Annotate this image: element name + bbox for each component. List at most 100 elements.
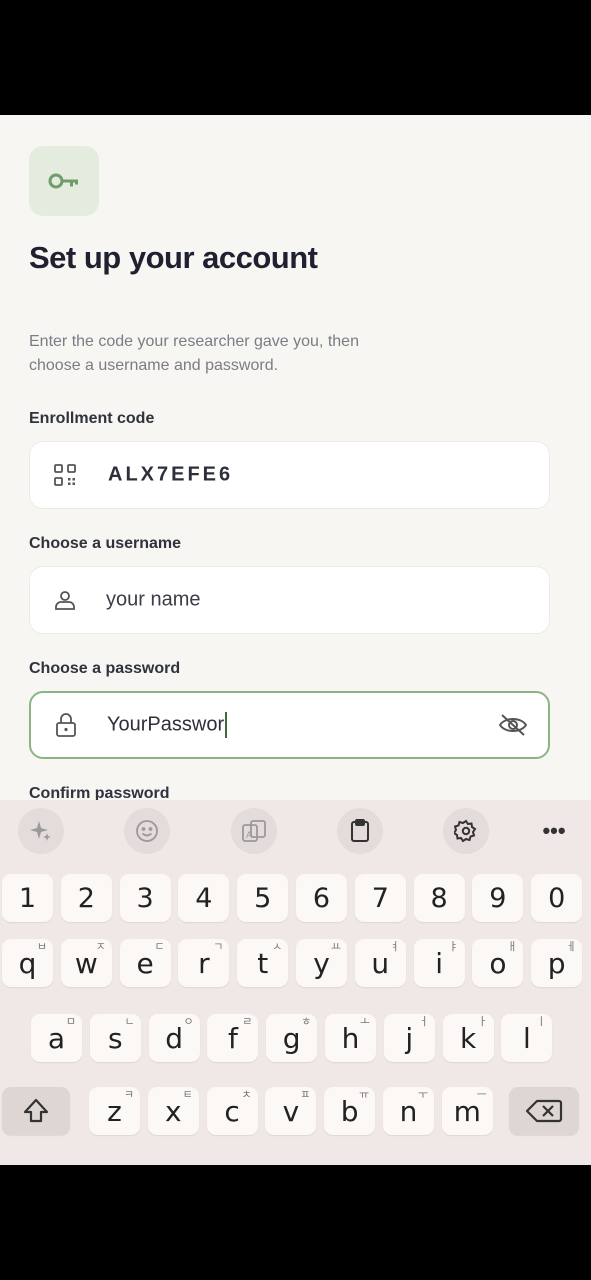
key-o-alt-label: ㅐ xyxy=(507,941,518,953)
text-caret xyxy=(225,712,228,738)
key-z[interactable]: zㅋ xyxy=(89,1087,140,1135)
key-v[interactable]: vㅍ xyxy=(265,1087,317,1135)
username-field[interactable]: your name xyxy=(29,566,550,634)
key-e-alt-label: ㄷ xyxy=(154,941,165,953)
key-x[interactable]: xㅌ xyxy=(147,1087,199,1135)
key-l[interactable]: lㅣ xyxy=(501,1014,553,1062)
key-n-alt-label: ㅜ xyxy=(417,1089,428,1101)
setup-form: Set up your account Enter the code your … xyxy=(0,115,591,802)
key-g-alt-label: ㅎ xyxy=(301,1016,312,1028)
key-1[interactable]: 1 xyxy=(2,874,53,922)
key-b[interactable]: bㅠ xyxy=(324,1087,376,1135)
key-m[interactable]: mㅡ xyxy=(441,1087,493,1135)
more-icon[interactable]: ••• xyxy=(539,808,569,854)
key-3[interactable]: 3 xyxy=(119,874,171,922)
app-screen: Set up your account Enter the code your … xyxy=(0,115,591,1165)
key-a[interactable]: aㅁ xyxy=(31,1014,82,1062)
key-z-label: z xyxy=(107,1094,122,1128)
key-n-label: n xyxy=(399,1094,418,1128)
key-5-label: 5 xyxy=(254,882,272,914)
hide-password-icon[interactable] xyxy=(498,712,528,738)
key-x-alt-label: ㅌ xyxy=(182,1089,193,1101)
password-label: Choose a password xyxy=(29,660,181,677)
key-2[interactable]: 2 xyxy=(60,874,112,922)
qr-code-icon xyxy=(52,462,78,488)
key-h-alt-label: ㅗ xyxy=(359,1016,370,1028)
key-4[interactable]: 4 xyxy=(178,874,230,922)
svg-text:A: A xyxy=(246,831,253,841)
nav-bar-area xyxy=(0,1165,591,1280)
key-c[interactable]: cㅊ xyxy=(206,1087,258,1135)
sparkle-icon[interactable] xyxy=(18,808,64,854)
key-6[interactable]: 6 xyxy=(296,874,347,922)
key-k-label: k xyxy=(459,1021,477,1055)
key-h[interactable]: hㅗ xyxy=(325,1014,376,1062)
key-icon xyxy=(29,146,99,216)
key-t[interactable]: tㅅ xyxy=(237,939,289,987)
key-7-label: 7 xyxy=(371,882,389,914)
key-0[interactable]: 0 xyxy=(531,874,583,922)
emoji-icon[interactable] xyxy=(124,808,170,854)
key-l-label: l xyxy=(523,1021,531,1055)
key-e-label: e xyxy=(136,946,154,980)
key-f[interactable]: fㄹ xyxy=(207,1014,259,1062)
key-n[interactable]: nㅜ xyxy=(383,1087,434,1135)
settings-icon[interactable] xyxy=(443,808,489,854)
key-e[interactable]: eㄷ xyxy=(119,939,171,987)
key-d[interactable]: dㅇ xyxy=(148,1014,200,1062)
key-j[interactable]: jㅓ xyxy=(383,1014,435,1062)
key-w[interactable]: wㅈ xyxy=(60,939,112,987)
key-g-label: g xyxy=(282,1021,301,1055)
backspace-icon xyxy=(525,1099,563,1123)
keyboard: A ••• 1234567890qㅂwㅈeㄷrㄱtㅅyㅛuㅕiㅑoㅐpㅔaㅁsㄴ… xyxy=(0,800,591,1165)
key-9-label: 9 xyxy=(489,882,507,914)
password-value: YourPasswor xyxy=(107,713,225,736)
enrollment-code-label: Enrollment code xyxy=(29,410,155,427)
key-f-alt-label: ㄹ xyxy=(242,1016,253,1028)
key-3-label: 3 xyxy=(136,882,154,914)
key-y[interactable]: yㅛ xyxy=(296,939,347,987)
backspace-key[interactable] xyxy=(509,1087,579,1135)
key-l-alt-label: ㅣ xyxy=(536,1016,547,1028)
key-8[interactable]: 8 xyxy=(413,874,465,922)
key-y-alt-label: ㅛ xyxy=(330,941,341,953)
translate-icon[interactable]: A xyxy=(231,808,277,854)
key-a-alt-label: ㅁ xyxy=(65,1016,76,1028)
key-q-label: q xyxy=(18,946,37,980)
key-9[interactable]: 9 xyxy=(472,874,524,922)
key-p[interactable]: pㅔ xyxy=(531,939,583,987)
key-r[interactable]: rㄱ xyxy=(178,939,230,987)
username-placeholder: your name xyxy=(106,588,201,611)
key-6-label: 6 xyxy=(312,882,331,914)
key-v-alt-label: ㅍ xyxy=(300,1089,311,1101)
key-j-alt-label: ㅓ xyxy=(418,1016,429,1028)
key-d-alt-label: ㅇ xyxy=(183,1016,194,1028)
enrollment-code-field[interactable]: ALX7EFE6 xyxy=(29,441,550,509)
key-m-alt-label: ㅡ xyxy=(476,1089,487,1101)
key-x-label: x xyxy=(165,1094,182,1128)
key-f-label: f xyxy=(227,1021,238,1055)
key-u[interactable]: uㅕ xyxy=(354,939,406,987)
shift-key[interactable] xyxy=(2,1087,70,1135)
key-o-label: o xyxy=(489,946,507,980)
key-o[interactable]: oㅐ xyxy=(472,939,524,987)
key-t-label: t xyxy=(257,946,269,980)
key-c-label: c xyxy=(224,1094,240,1128)
keyboard-toolbar: A ••• xyxy=(0,800,591,862)
key-q[interactable]: qㅂ xyxy=(2,939,53,987)
key-u-label: u xyxy=(371,946,390,980)
key-4-label: 4 xyxy=(195,882,213,914)
key-b-alt-label: ㅠ xyxy=(359,1089,370,1101)
key-5[interactable]: 5 xyxy=(237,874,289,922)
clipboard-icon[interactable] xyxy=(337,808,383,854)
key-h-label: h xyxy=(341,1021,360,1055)
key-i[interactable]: iㅑ xyxy=(413,939,465,987)
key-k[interactable]: kㅏ xyxy=(442,1014,494,1062)
key-i-alt-label: ㅑ xyxy=(448,941,459,953)
key-7[interactable]: 7 xyxy=(354,874,406,922)
key-s[interactable]: sㄴ xyxy=(89,1014,141,1062)
key-g[interactable]: gㅎ xyxy=(266,1014,318,1062)
key-q-alt-label: ㅂ xyxy=(36,941,47,953)
password-field[interactable]: YourPasswor xyxy=(29,691,550,759)
key-v-label: v xyxy=(282,1094,300,1128)
